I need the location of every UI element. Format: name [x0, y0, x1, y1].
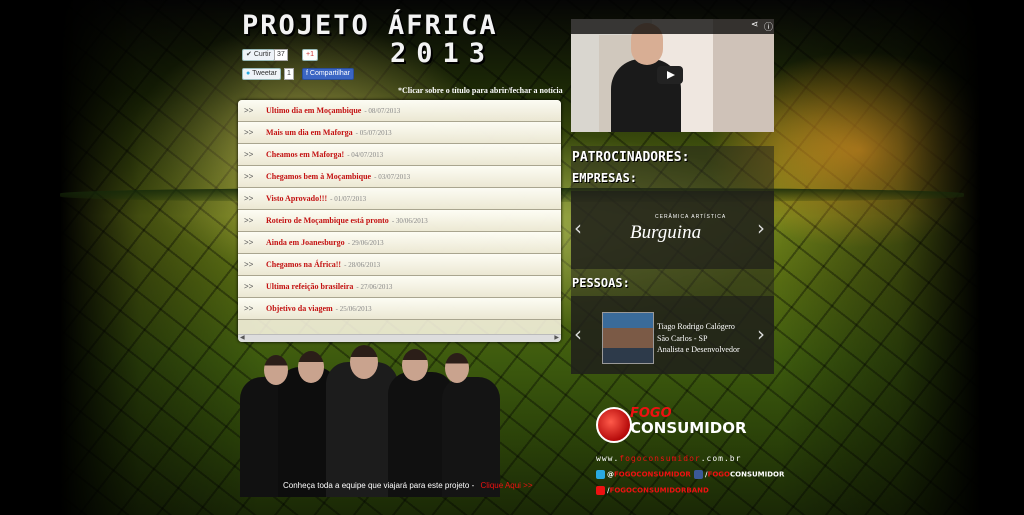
news-item[interactable]: >> Ainda em Joanesburgo - 29/06/2013: [238, 232, 561, 254]
instruction-hint: *Clicar sobre o título para abrir/fechar…: [398, 86, 563, 95]
expand-arrow-icon: >>: [244, 238, 254, 247]
news-list: >> Ultimo dia em Moçambique - 08/07/2013 >…: [238, 100, 561, 342]
team-caption: Conheça toda a equipe que viajará para e…: [283, 481, 533, 490]
sponsor-city: São Carlos - SP: [657, 334, 708, 343]
scroll-left-arrow-icon[interactable]: ◀: [240, 334, 245, 341]
news-title[interactable]: Visto Aprovado!!!: [266, 194, 327, 203]
news-item[interactable]: >> Chegamos na África!! - 28/06/2013: [238, 254, 561, 276]
team-member-head: [402, 349, 428, 381]
info-icon[interactable]: ⓘ: [764, 20, 773, 33]
youtube-link[interactable]: /FOGOCONSUMIDORBAND: [596, 486, 709, 495]
expand-arrow-icon: >>: [244, 282, 254, 291]
facebook-like-button[interactable]: ✔ Curtir: [242, 49, 275, 61]
share-icon[interactable]: ⋖: [751, 20, 759, 30]
news-date: - 25/06/2013: [335, 304, 372, 313]
news-item[interactable]: >> Chegamos bem à Moçambique - 03/07/2013: [238, 166, 561, 188]
companies-heading: EMPRESAS:: [572, 171, 638, 185]
news-title[interactable]: Objetivo da viagem: [266, 304, 333, 313]
news-title[interactable]: Ultimo dia em Moçambique: [266, 106, 361, 115]
carousel-prev-icon[interactable]: ‹: [574, 216, 582, 240]
team-member-head: [445, 353, 469, 383]
play-button[interactable]: [657, 66, 683, 84]
people-next-icon[interactable]: ›: [757, 322, 765, 346]
sponsors-heading: PATROCINADORES:: [572, 150, 690, 165]
team-member: [442, 377, 500, 497]
news-title[interactable]: Ainda em Joanesburgo: [266, 238, 345, 247]
twitter-link[interactable]: @FOGOCONSUMIDOR: [596, 470, 691, 479]
title-text: PROJETO ÁFRICA: [242, 10, 498, 41]
google-plusone-button[interactable]: +1: [302, 49, 318, 61]
news-title[interactable]: Chegamos bem à Moçambique: [266, 172, 371, 181]
team-member-head: [350, 345, 378, 379]
news-date: - 08/07/2013: [364, 106, 401, 115]
team-member-head: [264, 355, 288, 385]
expand-arrow-icon: >>: [244, 216, 254, 225]
news-item[interactable]: >> Objetivo da viagem - 25/06/2013: [238, 298, 561, 320]
news-date: - 03/07/2013: [374, 172, 411, 181]
news-date: - 01/07/2013: [330, 194, 367, 203]
news-date: - 28/06/2013: [344, 260, 381, 269]
news-title[interactable]: Cheamos em Maforga!: [266, 150, 344, 159]
share-button[interactable]: f Compartilhar: [302, 68, 354, 80]
sponsor-role: Analista e Desenvolvedor: [657, 345, 740, 354]
news-item[interactable]: >> Roteiro de Moçambique está pronto - 30…: [238, 210, 561, 232]
tweet-button[interactable]: ● Tweetar: [242, 68, 281, 80]
news-date: - 04/07/2013: [347, 150, 384, 159]
news-item[interactable]: >> Visto Aprovado!!! - 01/07/2013: [238, 188, 561, 210]
news-date: - 27/06/2013: [356, 282, 393, 291]
facebook-link[interactable]: /FOGOCONSUMIDOR: [694, 470, 784, 479]
team-link[interactable]: Clique Aqui >>: [480, 481, 532, 490]
expand-arrow-icon: >>: [244, 128, 254, 137]
news-item[interactable]: >> Ultima refeição brasileira - 27/06/201…: [238, 276, 561, 298]
brand-website[interactable]: www.fogoconsumidor.com.br: [596, 454, 741, 463]
facebook-icon: [694, 470, 703, 479]
news-item[interactable]: >> Ultimo dia em Moçambique - 08/07/2013: [238, 100, 561, 122]
expand-arrow-icon: >>: [244, 304, 254, 313]
brand-logo-icon: [596, 407, 632, 443]
news-item[interactable]: >> Cheamos em Maforga! - 04/07/2013: [238, 144, 561, 166]
company-tagline: CERÂMICA ARTÍSTICA: [655, 214, 727, 220]
news-item[interactable]: >> Mais um dia em Maforga - 05/07/2013: [238, 122, 561, 144]
sponsor-name: Tiago Rodrigo Calógero: [657, 322, 735, 331]
expand-arrow-icon: >>: [244, 106, 254, 115]
youtube-icon: [596, 486, 605, 495]
news-date: - 05/07/2013: [355, 128, 392, 137]
twitter-bird-icon: ●: [246, 70, 251, 77]
horizontal-scrollbar[interactable]: ◀ ▶: [238, 334, 561, 342]
expand-arrow-icon: >>: [244, 260, 254, 269]
expand-arrow-icon: >>: [244, 172, 254, 181]
thumb-icon: ✔: [246, 51, 252, 58]
expand-arrow-icon: >>: [244, 150, 254, 159]
team-member-head: [298, 351, 324, 383]
carousel-next-icon[interactable]: ›: [757, 216, 765, 240]
news-title[interactable]: Mais um dia em Maforga: [266, 128, 353, 137]
tweet-count: 1: [284, 68, 294, 80]
news-title[interactable]: Roteiro de Moçambique está pronto: [266, 216, 389, 225]
twitter-icon: [596, 470, 605, 479]
people-prev-icon[interactable]: ‹: [574, 322, 582, 346]
video-top-bar: ⋖ ⓘ: [571, 19, 774, 34]
people-heading: PESSOAS:: [572, 276, 630, 290]
company-logo[interactable]: Burguina: [630, 222, 701, 244]
brand-name-bottom: CONSUMIDOR: [630, 419, 747, 437]
team-photo: [238, 345, 561, 497]
news-date: - 30/06/2013: [391, 216, 428, 225]
sponsor-avatar: [602, 312, 654, 364]
facebook-icon: f: [306, 70, 308, 77]
expand-arrow-icon: >>: [244, 194, 254, 203]
scroll-right-arrow-icon[interactable]: ▶: [554, 334, 559, 341]
news-title[interactable]: Ultima refeição brasileira: [266, 282, 353, 291]
like-count: 37: [274, 49, 288, 61]
news-title[interactable]: Chegamos na África!!: [266, 260, 341, 269]
news-date: - 29/06/2013: [347, 238, 384, 247]
